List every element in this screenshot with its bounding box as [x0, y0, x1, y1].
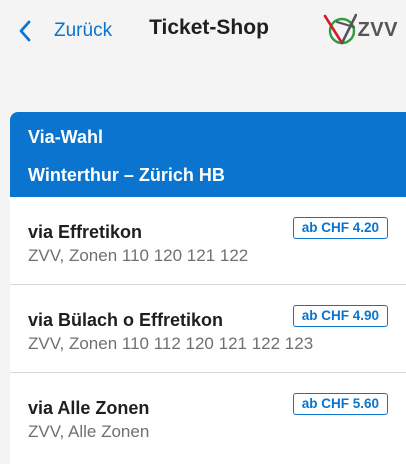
option-row-buelach[interactable]: via Bülach o Effretikon ZVV, Zonen 110 1… [10, 285, 406, 373]
option-zones: ZVV, Zonen 110 112 120 121 122 123 [28, 334, 314, 353]
price-badge: ab CHF 4.20 [292, 217, 388, 239]
section-title: Via-Wahl [28, 127, 104, 147]
via-selection-card: Via-Wahl Winterthur – Zürich HB via Effr… [10, 112, 406, 464]
option-row-effretikon[interactable]: via Effretikon ZVV, Zonen 110 120 121 12… [10, 197, 406, 285]
zvv-logo: ZVV [323, 10, 398, 50]
option-zones: ZVV, Alle Zonen [28, 422, 150, 441]
zvv-logo-icon [323, 13, 357, 45]
option-row-alle-zonen[interactable]: via Alle Zonen ZVV, Alle Zonen ab CHF 5.… [10, 373, 406, 461]
route-label: Winterthur – Zürich HB [28, 165, 225, 185]
option-zones: ZVV, Zonen 110 120 121 122 [28, 246, 249, 265]
card-header: Via-Wahl Winterthur – Zürich HB [10, 112, 406, 197]
price-badge: ab CHF 5.60 [292, 393, 388, 415]
navigation-bar: Zurück Ticket-Shop ZVV [0, 0, 406, 64]
price-badge: ab CHF 4.90 [292, 305, 388, 327]
logo-text: ZVV [357, 18, 398, 41]
